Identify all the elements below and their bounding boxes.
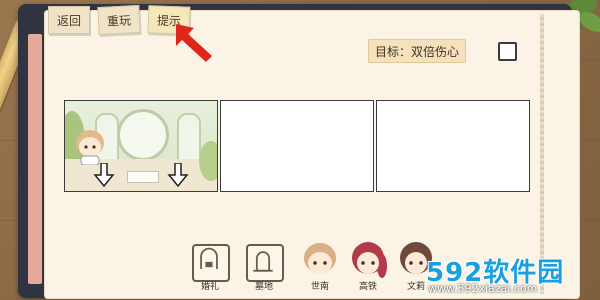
gravestone-card-icon (246, 244, 284, 282)
bookmark-ribbon (28, 34, 42, 284)
watermark: 592软件园 www.592xiazai.com (426, 252, 596, 298)
comic-panel-3[interactable] (376, 100, 530, 192)
boy-character-icon (76, 130, 104, 165)
rose-window-icon (117, 109, 169, 161)
goal-checkbox (498, 42, 517, 61)
back-button[interactable]: 返回 (48, 6, 90, 34)
card-gaotie[interactable]: 高铁 (346, 240, 390, 292)
card-label: 婚礼 (200, 282, 219, 292)
comic-panel-1[interactable] (64, 100, 218, 192)
card-graveyard[interactable]: 墓地 (242, 240, 286, 292)
wedding-card-icon (192, 244, 230, 282)
boy-portrait-icon (304, 243, 336, 274)
card-label: 世南 (310, 282, 329, 292)
down-arrow-icon (167, 163, 189, 187)
character-tray: 婚礼 墓地 世南 高铁 文莉 (186, 240, 446, 296)
card-shinan[interactable]: 世南 (298, 240, 342, 292)
red-arrow-icon (176, 24, 212, 62)
card-wedding[interactable]: 婚礼 (188, 240, 232, 292)
card-label: 墓地 (254, 282, 273, 292)
replay-button[interactable]: 重玩 (97, 4, 141, 36)
comic-panel-2[interactable] (220, 100, 374, 192)
goal-label: 目标：双倍伤心 (368, 39, 467, 63)
watermark-url: www.592xiazai.com (428, 282, 538, 295)
red-hair-girl-portrait-icon (352, 242, 387, 278)
down-arrow-icon (93, 163, 115, 187)
card-label: 高铁 (358, 282, 377, 292)
